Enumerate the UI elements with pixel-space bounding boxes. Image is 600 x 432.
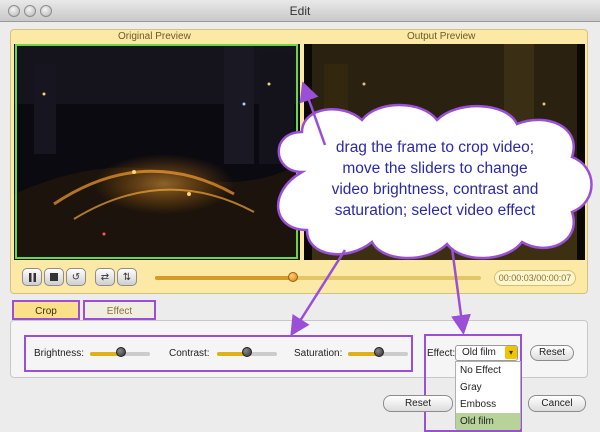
output-preview-label: Output Preview [407,31,476,42]
pause-icon [28,272,36,282]
tab-crop[interactable]: Crop [12,300,80,320]
saturation-slider-thumb[interactable] [374,347,384,357]
effect-option-old-film[interactable]: Old film [456,413,520,430]
swap-vertical-icon: ⇅ [122,271,132,283]
effect-option-gray[interactable]: Gray [456,379,520,396]
window-title: Edit [289,4,311,18]
swap-horizontal-icon: ⇄ [100,271,110,283]
callout-line: drag the frame to crop video; [335,139,535,156]
rewind-button[interactable]: ↺ [66,268,86,286]
contrast-label: Contrast: [169,348,210,359]
stop-icon [50,273,58,281]
rewind-icon: ↺ [71,271,81,283]
effect-option-emboss[interactable]: Emboss [456,396,520,413]
contrast-slider-thumb[interactable] [242,347,252,357]
callout-line: move the sliders to change [342,160,528,177]
playback-progress-thumb[interactable] [288,272,298,282]
stop-button[interactable] [44,268,64,286]
callout-line: video brightness, contrast and [331,181,539,198]
brightness-label: Brightness: [34,348,85,359]
chevron-down-icon[interactable]: ▾ [505,346,517,359]
saturation-label: Saturation: [294,348,343,359]
effect-label: Effect: [427,348,456,359]
crop-frame[interactable] [15,44,298,259]
reset-effect-button[interactable]: Reset [530,345,574,361]
reset-button[interactable]: Reset [383,395,453,412]
flip-vertical-button[interactable]: ⇅ [117,268,137,286]
effect-option-no-effect[interactable]: No Effect [456,362,520,379]
callout-text: drag the frame to crop video; move the s… [300,137,570,221]
flip-horizontal-button[interactable]: ⇄ [95,268,115,286]
playback-progress-fill [155,276,292,280]
cancel-button[interactable]: Cancel [528,395,586,412]
pause-button[interactable] [22,268,42,286]
timecode-display: 00:00:03/00:00:07 [494,270,576,286]
original-preview-label: Original Preview [118,31,191,42]
tab-effect[interactable]: Effect [83,300,156,320]
callout-line: saturation; select video effect [334,202,536,219]
brightness-slider-thumb[interactable] [116,347,126,357]
